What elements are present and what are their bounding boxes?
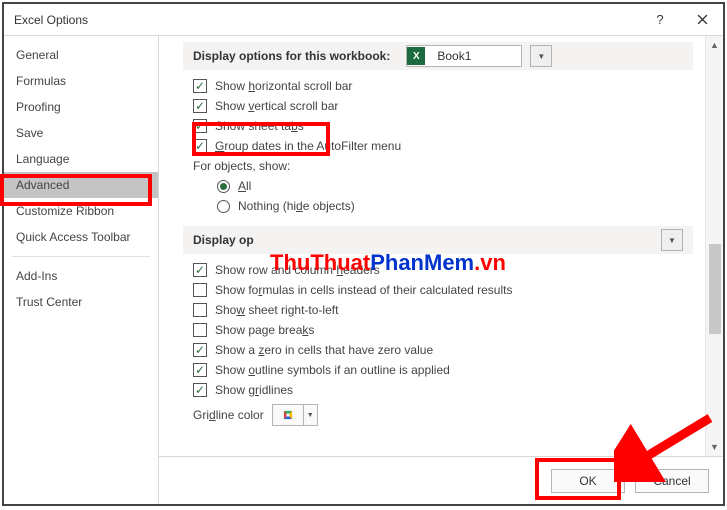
chevron-down-icon[interactable]: ▼ bbox=[661, 229, 683, 251]
checkbox-hscroll[interactable]: Show horizontal scroll bar bbox=[183, 76, 693, 96]
help-button[interactable]: ? bbox=[639, 4, 681, 36]
sidebar-item-proofing[interactable]: Proofing bbox=[4, 94, 158, 120]
content-pane: Display options for this workbook: X Boo… bbox=[159, 36, 723, 504]
checkbox-page-breaks[interactable]: Show page breaks bbox=[183, 320, 693, 340]
checkbox-formulas[interactable]: Show formulas in cells instead of their … bbox=[183, 280, 693, 300]
checkbox-gridlines[interactable]: Show gridlines bbox=[183, 380, 693, 400]
category-sidebar: General Formulas Proofing Save Language … bbox=[4, 36, 159, 504]
vertical-scrollbar[interactable]: ▲ ▼ bbox=[705, 36, 723, 456]
checkbox-rtl[interactable]: Show sheet right-to-left bbox=[183, 300, 693, 320]
worksheet-dropdown[interactable]: ▼ bbox=[653, 229, 683, 251]
chevron-down-icon[interactable]: ▼ bbox=[304, 404, 318, 426]
sidebar-item-formulas[interactable]: Formulas bbox=[4, 68, 158, 94]
radio-all[interactable]: All bbox=[183, 176, 693, 196]
sidebar-item-advanced[interactable]: Advanced bbox=[4, 172, 158, 198]
sidebar-item-save[interactable]: Save bbox=[4, 120, 158, 146]
scrollbar-thumb[interactable] bbox=[709, 244, 721, 334]
titlebar: Excel Options ? bbox=[4, 4, 723, 36]
sidebar-item-general[interactable]: General bbox=[4, 42, 158, 68]
workbook-name: Book1 bbox=[429, 49, 521, 63]
close-button[interactable] bbox=[681, 4, 723, 36]
ok-button[interactable]: OK bbox=[551, 469, 625, 493]
cancel-button[interactable]: Cancel bbox=[635, 469, 709, 493]
scroll-up-icon[interactable]: ▲ bbox=[710, 36, 719, 54]
gridline-color-button[interactable] bbox=[272, 404, 304, 426]
radio-nothing[interactable]: Nothing (hide objects) bbox=[183, 196, 693, 216]
dialog-footer: OK Cancel bbox=[159, 456, 723, 504]
workbook-dropdown[interactable]: X Book1 ▼ bbox=[398, 45, 552, 67]
sidebar-item-language[interactable]: Language bbox=[4, 146, 158, 172]
gridline-color-row: Gridline color ▼ bbox=[183, 400, 693, 426]
excel-icon: X bbox=[407, 47, 425, 65]
checkbox-outline[interactable]: Show outline symbols if an outline is ap… bbox=[183, 360, 693, 380]
sidebar-item-customize-ribbon[interactable]: Customize Ribbon bbox=[4, 198, 158, 224]
sidebar-separator bbox=[12, 256, 150, 257]
section-display-workbook: Display options for this workbook: X Boo… bbox=[183, 42, 693, 70]
section-display-workbook-label: Display options for this workbook: bbox=[193, 49, 390, 63]
chevron-down-icon[interactable]: ▼ bbox=[530, 45, 552, 67]
checkbox-autofilter-dates[interactable]: Group dates in the AutoFilter menu bbox=[183, 136, 693, 156]
section-display-worksheet: Display op ▼ bbox=[183, 226, 693, 254]
window-title: Excel Options bbox=[4, 13, 639, 27]
label-for-objects: For objects, show: bbox=[183, 156, 693, 176]
sidebar-item-addins[interactable]: Add-Ins bbox=[4, 263, 158, 289]
color-swatch-icon bbox=[284, 411, 292, 419]
checkbox-zero[interactable]: Show a zero in cells that have zero valu… bbox=[183, 340, 693, 360]
checkbox-vscroll[interactable]: Show vertical scroll bar bbox=[183, 96, 693, 116]
checkbox-headers[interactable]: Show row and column headers bbox=[183, 260, 693, 280]
checkbox-sheet-tabs[interactable]: Show sheet tabs bbox=[183, 116, 693, 136]
section-display-worksheet-label: Display op bbox=[193, 233, 254, 247]
scroll-down-icon[interactable]: ▼ bbox=[710, 438, 719, 456]
sidebar-item-qat[interactable]: Quick Access Toolbar bbox=[4, 224, 158, 250]
sidebar-item-trust-center[interactable]: Trust Center bbox=[4, 289, 158, 315]
excel-options-dialog: Excel Options ? General Formulas Proofin… bbox=[2, 2, 725, 506]
